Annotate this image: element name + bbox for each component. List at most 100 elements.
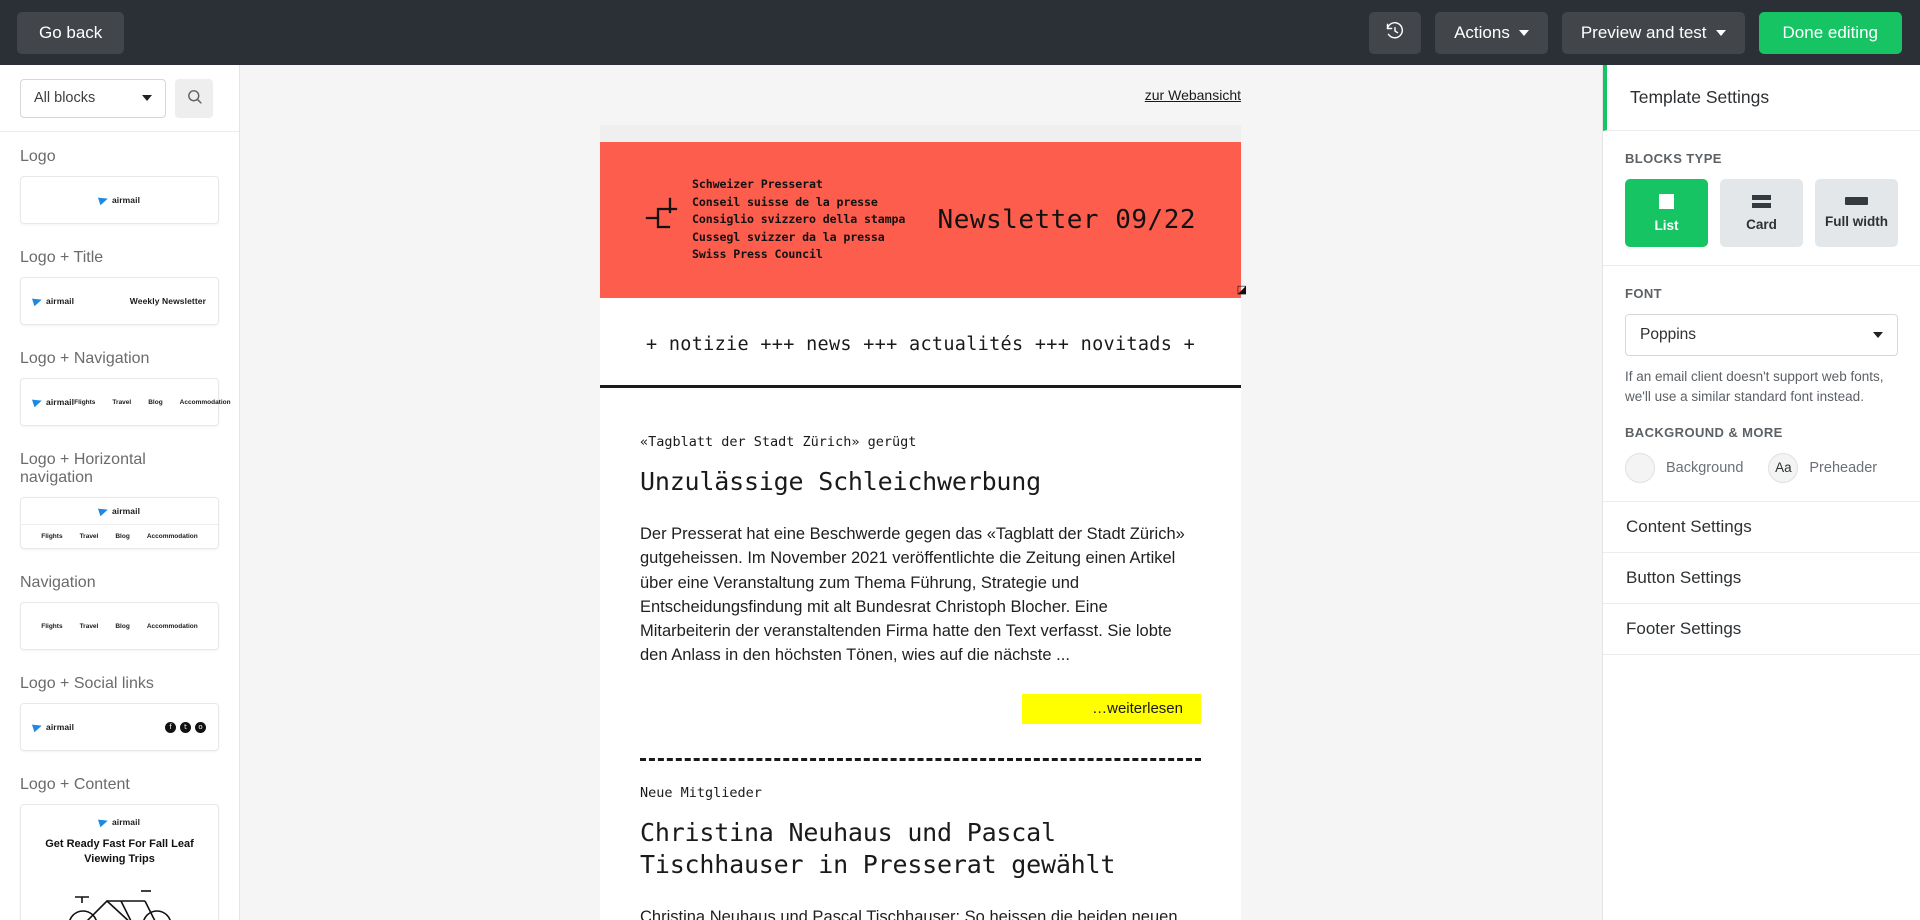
go-back-button[interactable]: Go back (17, 11, 125, 54)
nav-item: Blog (148, 398, 163, 406)
block-preview-logo-social-links[interactable]: airmail f t o (20, 703, 219, 751)
actions-label: Actions (1454, 22, 1510, 42)
background-label: Background (1666, 459, 1744, 476)
article-block-2[interactable]: Neue Mitglieder Christina Neuhaus und Pa… (600, 785, 1241, 920)
toolbar-actions-group: Actions Preview and test Done editing (1369, 11, 1902, 54)
chevron-down-icon (142, 95, 152, 101)
newsletter-issue-title: Newsletter 09/22 (937, 205, 1196, 235)
font-select-value: Poppins (1640, 326, 1697, 343)
font-caption: FONT (1625, 286, 1662, 301)
history-revert-button[interactable] (1369, 11, 1422, 54)
nav-item: Accommodation (179, 398, 231, 406)
nav-item: Travel (79, 622, 99, 630)
chevron-down-icon (1518, 29, 1529, 36)
read-more-button[interactable]: …weiterlesen (1022, 693, 1201, 724)
paper-plane-icon (97, 505, 109, 517)
article-title: Unzulässige Schleichwerbung (640, 467, 1041, 496)
nav-item: Accommodation (146, 533, 198, 540)
blocks-search-button[interactable] (175, 78, 213, 118)
square-block-icon (1659, 193, 1674, 209)
button-settings-row[interactable]: Button Settings (1603, 553, 1920, 604)
block-preview-row: airmail Weekly Newsletter (31, 295, 206, 307)
press-council-mark-icon (645, 197, 679, 242)
newsletter-ticker-block[interactable]: + notizie +++ news +++ actualités +++ no… (600, 298, 1241, 388)
email-canvas[interactable]: zur Webansicht Schweizer Presserat Conse… (240, 65, 1602, 920)
block-preview-logo-title[interactable]: airmail Weekly Newsletter (20, 277, 219, 325)
block-preview-row: airmail Flights Travel Blog Accommodatio… (31, 396, 231, 408)
footer-settings-row[interactable]: Footer Settings (1603, 604, 1920, 655)
block-group-logo-title: Logo + Title airmail Weekly Newsletter (20, 249, 219, 325)
press-council-names: Schweizer Presserat Conseil suisse de la… (692, 176, 906, 262)
block-group-navigation: Navigation Flights Travel Blog Accommoda… (20, 574, 219, 650)
paper-plane-icon (97, 816, 109, 828)
block-preview-logo-content[interactable]: airmail Get Ready Fast For Fall Leaf Vie… (20, 804, 219, 920)
block-preview-logo[interactable]: airmail (20, 176, 219, 224)
block-group-label: Navigation (20, 574, 96, 591)
template-settings-header[interactable]: Template Settings (1603, 65, 1920, 131)
airmail-logo: airmail (97, 816, 140, 828)
article-block-1[interactable]: «Tagblatt der Stadt Zürich» gerügt Unzul… (600, 434, 1241, 761)
block-group-logo-social-links: Logo + Social links airmail f t o (20, 675, 219, 751)
done-editing-button[interactable]: Done editing (1758, 11, 1902, 54)
logo-swoosh-icon: ◪ (1236, 284, 1247, 296)
block-preview-nav-row: Flights Travel Blog Accommodation (21, 525, 218, 548)
block-group-logo-content: Logo + Content airmail Get Ready Fast Fo… (20, 776, 219, 920)
article-body: Christina Neuhaus und Pascal Tischhauser… (640, 907, 1178, 920)
block-group-logo-horizontal-navigation: Logo + Horizontal navigation airmail Fli… (20, 451, 219, 549)
nav-item: Blog (115, 622, 130, 630)
nav-item: Flights (41, 533, 63, 540)
blocks-type-option-full-width[interactable]: Full width (1815, 179, 1898, 247)
block-group-label: Logo + Title (20, 249, 104, 266)
article-body: Der Presserat hat eine Beschwerde gegen … (640, 525, 1185, 665)
article-readmore-row: …weiterlesen (640, 693, 1201, 724)
airmail-logo: airmail (31, 721, 75, 733)
block-group-label: Logo + Content (20, 776, 130, 793)
blocks-type-label: List (1654, 217, 1679, 233)
blocks-type-options: List Card Full width (1625, 179, 1898, 247)
paper-plane-icon (31, 295, 44, 307)
block-preview-nav: Flights Travel Blog Accommodation (41, 623, 197, 630)
font-select[interactable]: Poppins (1625, 314, 1898, 356)
social-links-group: f t o (165, 721, 206, 733)
airmail-wordmark: airmail (111, 195, 141, 205)
actions-dropdown-button[interactable]: Actions (1435, 11, 1548, 54)
block-group-logo-navigation: Logo + Navigation airmail Flights Travel… (20, 350, 231, 426)
instagram-icon: o (195, 721, 206, 733)
airmail-logo: airmail (97, 505, 140, 517)
blocks-type-section: BLOCKS TYPE List Card Full width (1603, 131, 1920, 266)
background-color-swatch[interactable] (1625, 452, 1655, 483)
web-view-link[interactable]: zur Webansicht (1145, 87, 1241, 103)
airmail-logo: airmail (97, 194, 141, 206)
paper-plane-icon (97, 194, 109, 206)
ticker-text: + notizie +++ news +++ actualités +++ no… (645, 334, 1196, 355)
block-preview-nav: Flights Travel Blog Accommodation (74, 399, 230, 406)
airmail-wordmark: airmail (46, 397, 75, 407)
twitter-icon: t (180, 721, 191, 733)
preheader-icon[interactable]: Aa (1768, 452, 1799, 483)
facebook-icon: f (165, 721, 176, 733)
article-kicker: Neue Mitglieder (640, 784, 762, 801)
blocks-filter-select[interactable]: All blocks (20, 78, 166, 118)
airmail-wordmark: airmail (46, 722, 75, 732)
blocks-type-option-card[interactable]: Card (1720, 179, 1803, 247)
block-preview-logo-navigation[interactable]: airmail Flights Travel Blog Accommodatio… (20, 378, 231, 426)
block-group-label: Logo (20, 148, 56, 165)
blocks-sidebar: All blocks Logo airmail Logo + Title air… (0, 65, 240, 920)
preview-and-test-dropdown-button[interactable]: Preview and test (1561, 11, 1745, 54)
blocks-type-option-list[interactable]: List (1625, 179, 1708, 247)
chevron-down-icon (1873, 332, 1883, 338)
app-toolbar: Go back Actions Preview and test Done ed… (0, 0, 1920, 65)
blocks-type-label: Full width (1825, 214, 1888, 229)
email-sheet[interactable]: zur Webansicht Schweizer Presserat Conse… (600, 65, 1247, 920)
block-preview-logo-row: airmail (21, 498, 218, 525)
block-preview-navigation[interactable]: Flights Travel Blog Accommodation (20, 602, 219, 650)
blocks-list[interactable]: Logo airmail Logo + Title airmail Weekly… (0, 132, 239, 920)
font-section: FONT Poppins If an email client doesn't … (1603, 266, 1920, 502)
press-council-logo: Schweizer Presserat Conseil suisse de la… (645, 176, 1247, 296)
block-group-logo: Logo airmail (20, 148, 219, 224)
block-preview-title: Get Ready Fast For Fall Leaf Viewing Tri… (45, 838, 194, 865)
content-settings-row[interactable]: Content Settings (1603, 502, 1920, 553)
email-header-block[interactable]: Schweizer Presserat Conseil suisse de la… (600, 142, 1247, 298)
airmail-logo: airmail (31, 295, 74, 307)
block-preview-logo-horizontal-navigation[interactable]: airmail Flights Travel Blog Accommodatio… (20, 497, 219, 549)
